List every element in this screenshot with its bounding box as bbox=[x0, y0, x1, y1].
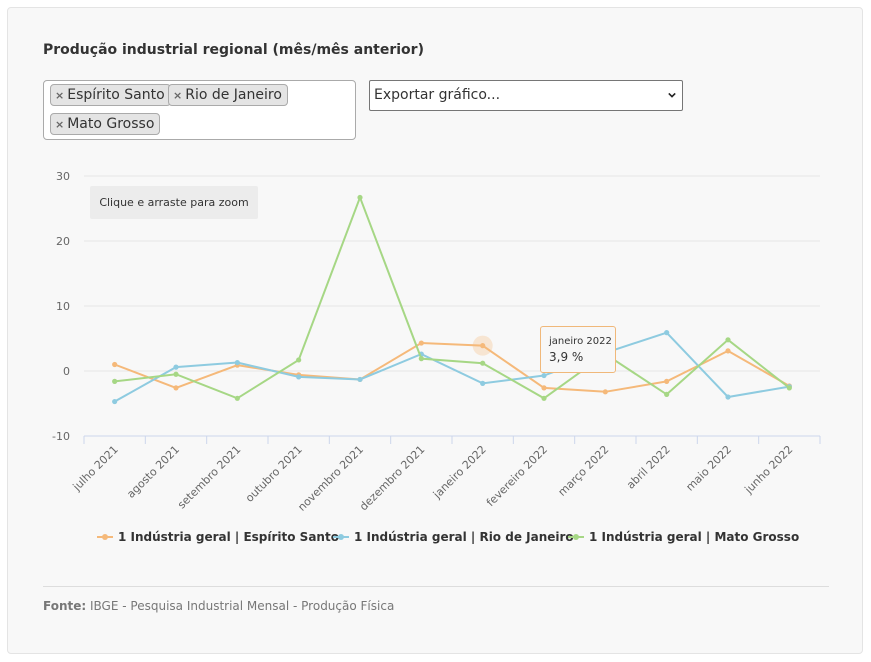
data-point bbox=[725, 337, 731, 343]
data-point bbox=[725, 348, 731, 354]
chart-series bbox=[112, 194, 792, 405]
y-tick-label: -10 bbox=[52, 430, 70, 443]
x-tick-label: setembro 2021 bbox=[175, 443, 243, 511]
x-axis: julho 2021 agosto 2021setembro 2021 outubr… bbox=[70, 435, 821, 514]
data-point bbox=[234, 395, 240, 401]
x-tick-label: fevereiro 2022 bbox=[484, 443, 550, 509]
legend-marker-icon bbox=[97, 534, 113, 540]
data-point bbox=[541, 385, 547, 391]
x-tick-label: novembro 2021 bbox=[295, 443, 366, 514]
y-axis: -10 0 10 20 30 bbox=[52, 170, 70, 443]
source-label: Fonte: bbox=[43, 599, 87, 613]
zoom-hint: Clique e arraste para zoom bbox=[90, 186, 258, 219]
chart-legend: 1 Indústria geral | Espírito Santo 1 Ind… bbox=[0, 529, 871, 547]
data-point bbox=[786, 385, 792, 391]
x-tick-label: abril 2022 bbox=[624, 443, 673, 492]
data-point bbox=[296, 357, 302, 363]
data-point bbox=[357, 194, 363, 201]
y-tick-label: 0 bbox=[63, 365, 70, 378]
data-point bbox=[541, 395, 547, 401]
legend-label: 1 Indústria geral | Mato Grosso bbox=[589, 530, 800, 544]
y-tick-label: 30 bbox=[56, 170, 70, 183]
data-point bbox=[418, 356, 424, 362]
data-point bbox=[664, 330, 670, 336]
legend-label: 1 Indústria geral | Rio de Janeiro bbox=[354, 530, 574, 544]
divider bbox=[43, 586, 829, 587]
data-point bbox=[664, 378, 670, 384]
line-chart[interactable]: -10 0 10 20 30 julho 2021 agosto 2021setembro… bbox=[0, 0, 871, 662]
data-point bbox=[112, 361, 118, 368]
legend-marker-icon bbox=[333, 534, 349, 540]
x-tick-label: maio 2022 bbox=[683, 443, 734, 494]
y-tick-label: 10 bbox=[56, 300, 70, 313]
data-point bbox=[480, 380, 486, 386]
data-point bbox=[173, 364, 179, 370]
x-tick-label: outubro 2021 bbox=[243, 443, 305, 505]
data-point bbox=[480, 343, 486, 349]
legend-label: 1 Indústria geral | Espírito Santo bbox=[118, 530, 339, 544]
x-tick-label: agosto 2021 bbox=[124, 443, 182, 501]
x-tick-label: junho 2022 bbox=[742, 443, 796, 497]
chart-tooltip: janeiro 2022 3,9 % bbox=[540, 326, 616, 373]
tooltip-value: 3,9 % bbox=[549, 350, 584, 364]
data-point bbox=[112, 378, 118, 384]
source-text: IBGE - Pesquisa Industrial Mensal - Prod… bbox=[90, 599, 395, 613]
data-point bbox=[725, 394, 731, 400]
data-point bbox=[357, 376, 363, 383]
series-line bbox=[114, 331, 790, 403]
data-point bbox=[664, 391, 670, 397]
data-point bbox=[541, 372, 547, 379]
series-line bbox=[114, 342, 790, 393]
data-point bbox=[234, 359, 240, 366]
data-point bbox=[173, 371, 179, 377]
source-note: Fonte: IBGE - Pesquisa Industrial Mensal… bbox=[43, 599, 394, 613]
x-tick-label: julho 2021 bbox=[70, 443, 121, 494]
data-point bbox=[418, 340, 424, 346]
data-point bbox=[296, 374, 302, 380]
data-point bbox=[480, 360, 486, 366]
tooltip-category: janeiro 2022 bbox=[549, 336, 612, 347]
x-tick-label: março 2022 bbox=[556, 443, 612, 499]
x-tick-label: dezembro 2021 bbox=[357, 443, 427, 513]
data-point bbox=[173, 385, 179, 391]
y-tick-label: 20 bbox=[56, 235, 70, 248]
data-point bbox=[602, 389, 608, 395]
x-tick-label: janeiro 2022 bbox=[430, 443, 489, 502]
data-point bbox=[112, 398, 118, 405]
legend-marker-icon bbox=[568, 534, 584, 540]
